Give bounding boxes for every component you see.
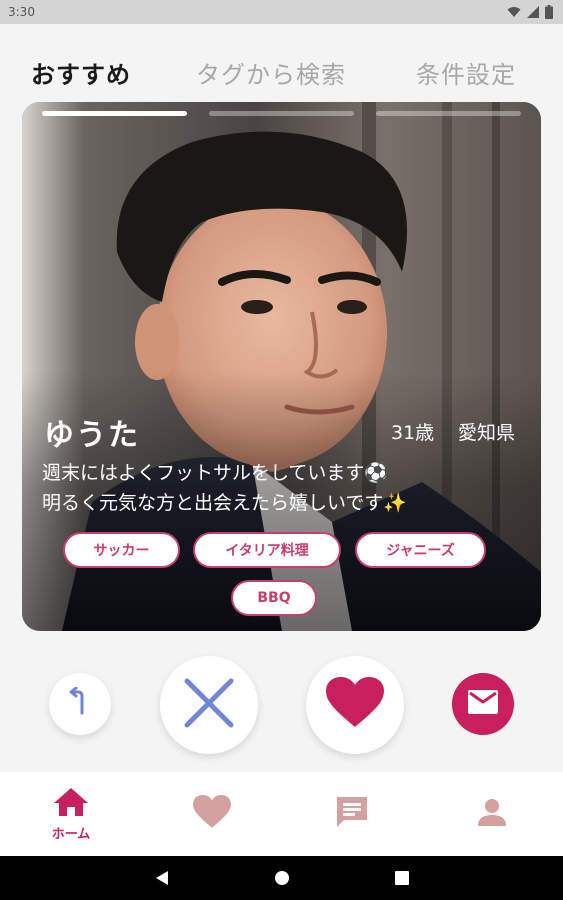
tag-chip[interactable]: イタリア料理 xyxy=(193,532,341,568)
photo-indicator xyxy=(209,111,354,116)
undo-icon xyxy=(65,686,95,721)
photo-progress xyxy=(42,111,521,117)
back-button[interactable] xyxy=(140,856,184,900)
nav-profile[interactable] xyxy=(452,772,532,856)
tag-chip[interactable]: サッカー xyxy=(63,532,180,568)
photo-indicator xyxy=(376,111,521,116)
profile-bio: 週末にはよくフットサルをしています⚽ 明るく元気な方と出会えたら嬉しいです✨ xyxy=(42,458,522,518)
tag-chip[interactable]: BBQ xyxy=(231,580,317,616)
heart-icon xyxy=(326,677,384,733)
mail-icon xyxy=(467,689,499,719)
signal-icon xyxy=(527,6,539,18)
profile-card[interactable]: ゆうた 31歳 愛知県 週末にはよくフットサルをしています⚽ 明るく元気な方と出… xyxy=(22,102,541,631)
profile-prefecture: 愛知県 xyxy=(458,422,516,444)
system-nav-bar xyxy=(0,856,563,900)
message-button[interactable] xyxy=(452,673,514,735)
bottom-nav: ホーム xyxy=(0,772,563,856)
top-tabs: おすすめ タグから検索 条件設定 xyxy=(0,52,563,92)
undo-button[interactable] xyxy=(49,673,111,735)
tab-recommended[interactable]: おすすめ xyxy=(31,55,131,90)
profile-name: ゆうた xyxy=(44,418,140,453)
wifi-icon xyxy=(507,6,521,18)
tag-chip[interactable]: ジャニーズ xyxy=(355,532,486,568)
profile-age: 31歳 xyxy=(391,422,435,444)
nope-button[interactable] xyxy=(160,656,258,754)
tab-conditions[interactable]: 条件設定 xyxy=(416,55,516,90)
home-icon xyxy=(53,787,89,821)
close-icon xyxy=(182,676,236,734)
bio-line: 明るく元気な方と出会えたら嬉しいです✨ xyxy=(42,492,408,514)
bio-line: 週末にはよくフットサルをしています⚽ xyxy=(42,462,389,484)
like-button[interactable] xyxy=(306,656,404,754)
nav-likes[interactable] xyxy=(172,772,252,856)
heart-icon xyxy=(193,795,231,833)
nav-home-label: ホーム xyxy=(51,826,91,842)
photo-indicator xyxy=(42,111,187,116)
person-icon xyxy=(476,796,508,832)
system-home-button[interactable] xyxy=(260,856,304,900)
recent-apps-button[interactable] xyxy=(380,856,424,900)
status-time: 3:30 xyxy=(8,5,35,19)
battery-icon xyxy=(545,5,553,19)
status-bar: 3:30 xyxy=(0,0,563,24)
nav-messages[interactable] xyxy=(312,772,392,856)
nav-home[interactable]: ホーム xyxy=(31,772,111,856)
tab-tag-search[interactable]: タグから検索 xyxy=(196,55,346,90)
chat-icon xyxy=(334,794,370,834)
